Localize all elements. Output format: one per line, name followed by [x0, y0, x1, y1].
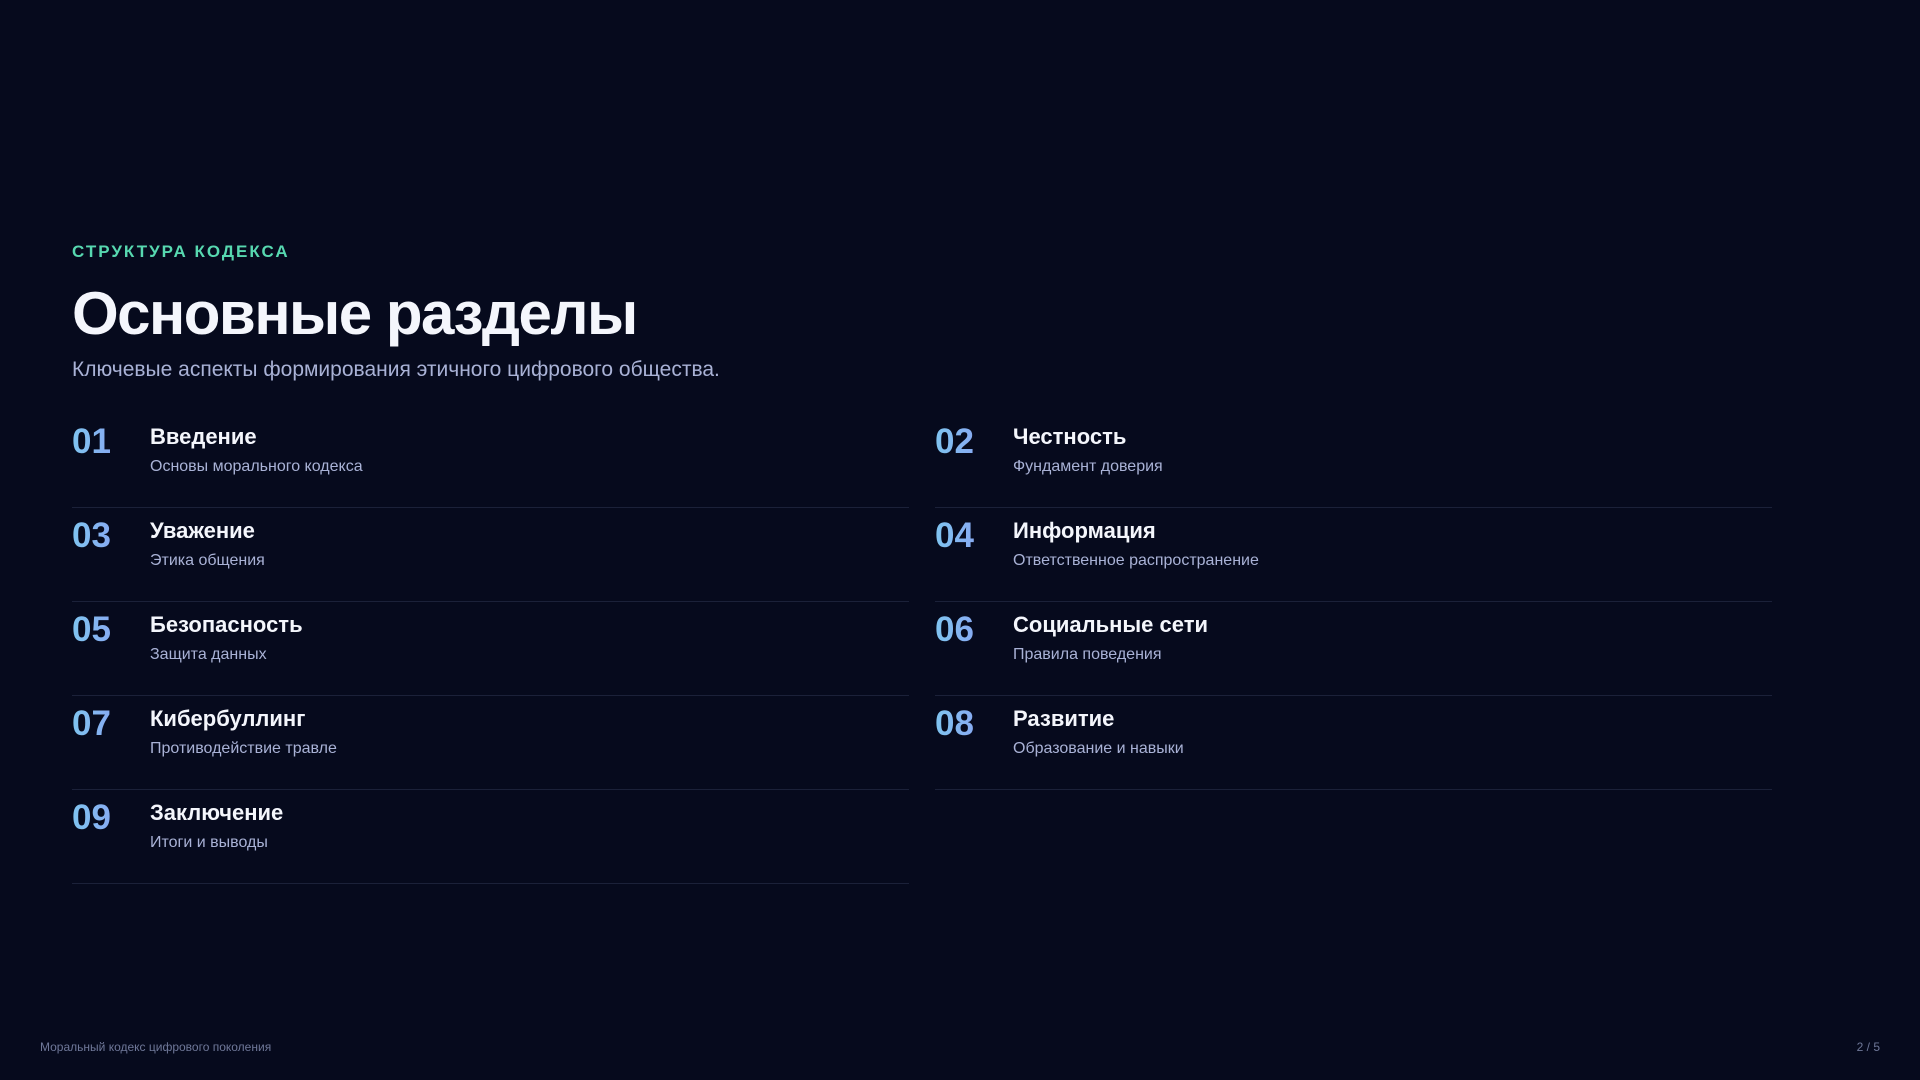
section-description: Защита данных: [150, 646, 267, 663]
section-item-02: 02 Честность Фундамент доверия: [935, 414, 1772, 508]
section-number: 02: [935, 422, 1013, 462]
section-description: Этика общения: [150, 552, 265, 569]
section-description: Противодействие травле: [150, 740, 337, 757]
section-item-06: 06 Социальные сети Правила поведения: [935, 602, 1772, 696]
section-item-09: 09 Заключение Итоги и выводы: [72, 790, 909, 884]
section-item-08: 08 Развитие Образование и навыки: [935, 696, 1772, 790]
section-description: Итоги и выводы: [150, 834, 268, 851]
section-item-03: 03 Уважение Этика общения: [72, 508, 909, 602]
page-subtitle: Ключевые аспекты формирования этичного ц…: [72, 358, 720, 381]
section-number: 04: [935, 516, 1013, 556]
section-description: Правила поведения: [1013, 646, 1162, 663]
section-title: Информация: [1013, 518, 1156, 543]
section-description: Ответственное распространение: [1013, 552, 1259, 569]
page-title: Основные разделы: [72, 280, 638, 347]
section-number: 07: [72, 704, 150, 744]
section-item-04: 04 Информация Ответственное распростране…: [935, 508, 1772, 602]
footer-presentation-title: Моральный кодекс цифрового поколения: [40, 1040, 272, 1054]
section-title: Заключение: [150, 800, 284, 825]
section-item-01: 01 Введение Основы морального кодекса: [72, 414, 909, 508]
sections-grid: 01 Введение Основы морального кодекса 02…: [72, 414, 1772, 884]
section-number: 06: [935, 610, 1013, 650]
section-title: Честность: [1013, 424, 1127, 449]
section-title: Уважение: [150, 518, 255, 543]
section-description: Основы морального кодекса: [150, 458, 363, 475]
section-title: Социальные сети: [1013, 612, 1209, 637]
section-title: Введение: [150, 424, 257, 449]
footer-page-number: 2 / 5: [1856, 1040, 1880, 1054]
slide-content: СТРУКТУРА КОДЕКСА Основные разделы Ключе…: [72, 242, 1772, 884]
section-item-07: 07 Кибербуллинг Противодействие травле: [72, 696, 909, 790]
section-number: 01: [72, 422, 150, 462]
section-item-05: 05 Безопасность Защита данных: [72, 602, 909, 696]
section-title: Безопасность: [150, 612, 303, 637]
section-description: Образование и навыки: [1013, 740, 1184, 757]
section-number: 08: [935, 704, 1013, 744]
section-number: 05: [72, 610, 150, 650]
section-eyebrow: СТРУКТУРА КОДЕКСА: [72, 242, 290, 261]
section-title: Кибербуллинг: [150, 706, 306, 731]
section-number: 03: [72, 516, 150, 556]
section-title: Развитие: [1013, 706, 1115, 731]
section-description: Фундамент доверия: [1013, 458, 1163, 475]
section-number: 09: [72, 798, 150, 838]
slide: СТРУКТУРА КОДЕКСА Основные разделы Ключе…: [0, 0, 1920, 1080]
